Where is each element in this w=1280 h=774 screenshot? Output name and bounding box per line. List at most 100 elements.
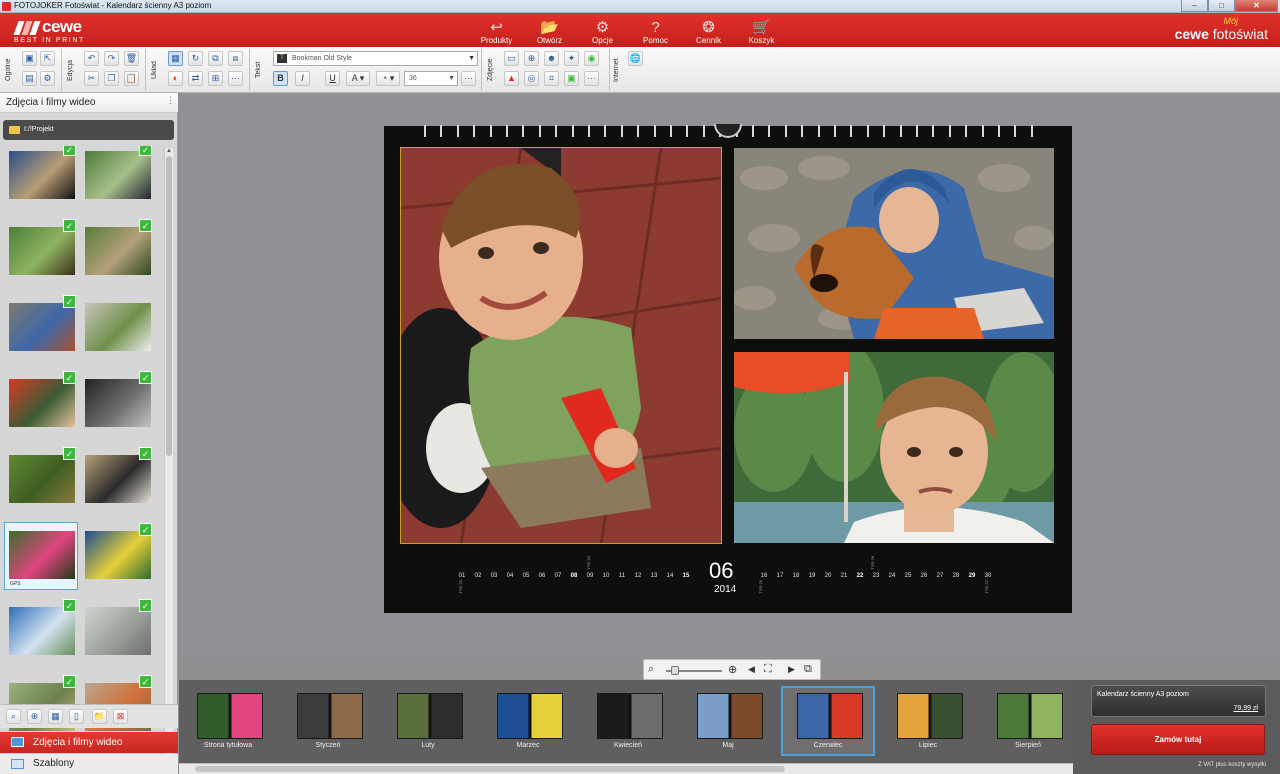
menu-pomoc[interactable]: ? Pomoc [629,13,682,47]
zoom-in-icon[interactable]: ⊕ [728,663,737,676]
text-color-button[interactable]: A ▾ [346,71,370,86]
save-as-icon[interactable]: ▤ [22,71,37,86]
order-button[interactable]: Zamów tutaj [1091,724,1265,755]
tab-photos-videos[interactable]: Zdjęcia i filmy wideo [0,732,178,753]
globe-icon[interactable]: 🌐 [628,51,643,66]
delete-icon[interactable]: 🗑 [124,51,139,66]
panel-menu-icon[interactable]: ⋮ [166,95,175,106]
settings-icon[interactable]: ⚙ [40,71,55,86]
page-thumbnail[interactable]: Styczeń [281,686,375,756]
redeye-icon[interactable]: ◎ [524,71,539,86]
remove-icon[interactable]: ⊠ [113,709,128,724]
photo-thumbnail[interactable]: GPS [4,522,78,590]
copy-icon[interactable]: ❐ [104,71,119,86]
photo-thumbnail[interactable]: ✓ [80,218,154,286]
view-list-icon[interactable]: ▯ [69,709,84,724]
close-button[interactable]: ✕ [1235,0,1278,12]
color-correction-icon[interactable]: ▲ [504,71,519,86]
menu-koszyk[interactable]: 🛒 Koszyk [735,13,788,47]
photo-thumbnail[interactable]: ✓ [80,522,154,590]
menu-otwrz[interactable]: 📂 Otwórz [523,13,576,47]
menu-opcje[interactable]: ⚙ Opcje [576,13,629,47]
paste-icon[interactable]: 📋 [124,71,139,86]
crop-icon[interactable]: ⌗ [544,71,559,86]
scrollbar-thumb[interactable] [195,766,785,772]
export-icon[interactable]: ⇱ [40,51,55,66]
people-icon[interactable]: ☻ [544,51,559,66]
undo-icon[interactable]: ↶ [84,51,99,66]
previous-page-icon[interactable]: ◀ [748,664,755,675]
tab-templates[interactable]: Szablony [0,754,178,774]
photo-thumbnail[interactable]: ✓ [80,370,154,438]
font-select[interactable]: T Bookman Old Style ▼ [273,51,478,66]
page-thumbnail[interactable]: Maj [681,686,775,756]
page-label: Strona tytułowa [203,742,253,749]
photo-slot-boy-with-dog[interactable] [734,148,1054,339]
zoom-out-icon[interactable]: ⌕ [648,663,654,676]
page-thumbnail[interactable]: Lipiec [881,686,975,756]
underline-button[interactable]: U [325,71,340,86]
border-icon[interactable]: ▣ [564,71,579,86]
product-price[interactable]: 79,99 zł [1233,705,1258,712]
rotate-icon[interactable]: ↻ [188,51,203,66]
page-thumbnail[interactable]: Sierpień [981,686,1075,756]
mirror-icon[interactable]: ⇄ [188,71,203,86]
page-thumbnail[interactable]: Marzec [481,686,575,756]
vertical-scrollbar[interactable]: ▲ [164,148,173,774]
maximize-button[interactable]: □ [1208,0,1235,12]
bold-button[interactable]: B [273,71,288,86]
calendar-page[interactable]: 06 2014 01 02 03 04 05 06 07 08 09 10 11 12 13 14 15 16… [384,124,1072,613]
page-thumbnail[interactable]: Luty [381,686,475,756]
bring-front-icon[interactable]: ⧉ [208,51,223,66]
page-thumbnail[interactable]: Czerwiec [781,686,875,756]
photo-thumbnail[interactable]: ✓ [80,446,154,514]
ring-loop [784,125,787,137]
photo-thumbnail[interactable]: ✓ [80,146,154,210]
minimize-button[interactable]: – [1181,0,1208,12]
enhance-icon[interactable]: ✦ [564,51,579,66]
save-icon[interactable]: ▣ [22,51,37,66]
folder-path[interactable]: I:/!Projekt [3,120,174,140]
photo-thumbnail[interactable]: ✓ [4,370,78,438]
scrollbar-thumb[interactable] [166,156,172,456]
menu-produkty[interactable]: ↩ Produkty [470,13,523,47]
photo-thumbnail[interactable]: ✓ [4,446,78,514]
photo-frame-icon[interactable]: ▭ [504,51,519,66]
view-grid-icon[interactable]: ▦ [48,709,63,724]
photo-thumbnail[interactable]: ✓ [4,598,78,666]
font-size-field[interactable]: 36 ▼ [404,71,458,86]
photo-thumbnail[interactable]: ✓ [4,146,78,210]
horizontal-scrollbar[interactable] [179,763,1073,774]
photo-thumbnail[interactable] [80,294,154,362]
zoom-photo-icon[interactable]: ⊕ [524,51,539,66]
redo-icon[interactable]: ↷ [104,51,119,66]
shape-icon[interactable]: ◐ [168,71,183,86]
align-icon[interactable]: ⊞ [208,71,223,86]
page-thumbnail[interactable]: Strona tytułowa [181,686,275,756]
zoom-out-icon[interactable]: ⌕ [6,709,21,724]
page-settings-icon[interactable]: ⧉ [804,663,812,676]
italic-button[interactable]: I [295,71,310,86]
fit-screen-icon[interactable]: ⛶ [764,663,772,676]
photo-slot-boy-with-toy[interactable] [400,147,722,544]
grid-icon[interactable]: ▦ [168,51,183,66]
zoom-slider-handle[interactable] [671,666,679,675]
add-folder-icon[interactable]: 📁 [92,709,107,724]
effects-icon[interactable]: ◉ [584,51,599,66]
photo-thumbnail[interactable]: ✓ [80,598,154,666]
more-text-icon[interactable]: ⋯ [461,71,476,86]
fill-color-button[interactable]: ◔ ▾ [376,71,400,86]
photo-thumbnail[interactable]: ✓ [4,294,78,362]
menu-cennik[interactable]: ❂ Cennik [682,13,735,47]
send-back-icon[interactable]: ⧈ [228,51,243,66]
page-thumbnail[interactable]: Kwiecień [581,686,675,756]
more-photo-icon[interactable]: ⋯ [584,71,599,86]
next-page-icon[interactable]: ▶ [788,664,795,675]
more-icon[interactable]: ⋯ [228,71,243,86]
cut-icon[interactable]: ✂ [84,71,99,86]
zoom-in-icon[interactable]: ⊕ [27,709,42,724]
photo-thumbnail[interactable]: ✓ [4,218,78,286]
photo-slot-boy-portrait[interactable] [734,352,1054,543]
photo-boy-portrait [734,352,1054,543]
scroll-up-icon[interactable]: ▲ [165,148,173,156]
